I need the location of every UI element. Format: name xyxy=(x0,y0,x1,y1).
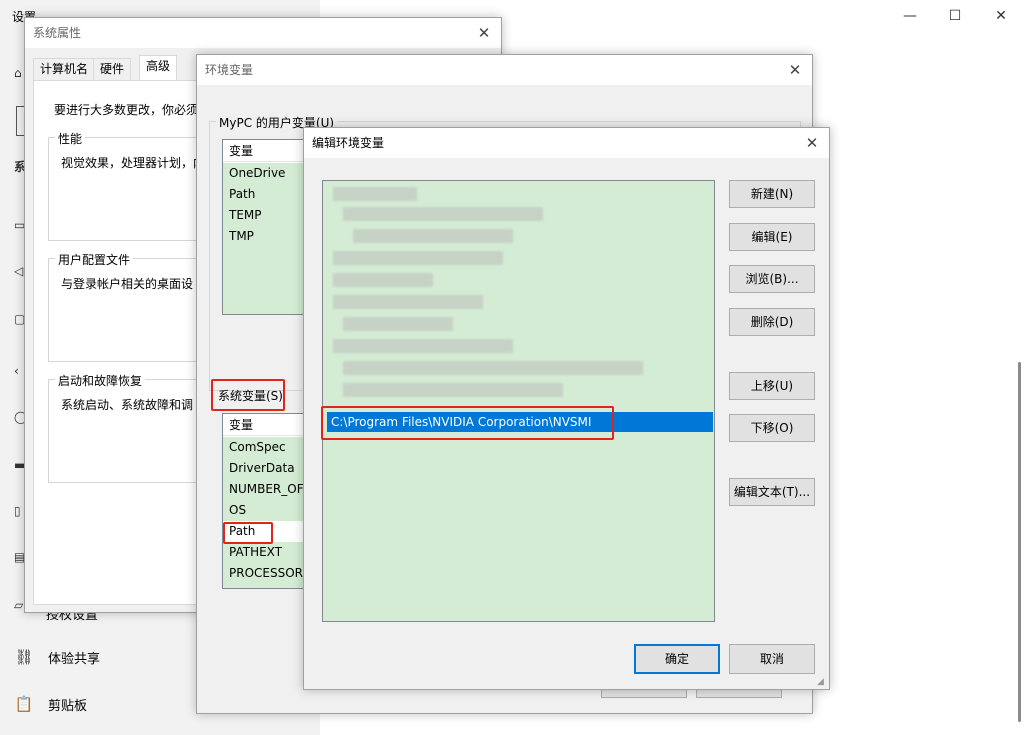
clipboard-icon: 📋 xyxy=(14,695,34,713)
blurred-entry[interactable] xyxy=(343,317,453,331)
ok-button[interactable]: 确定 xyxy=(634,644,720,674)
delete-button[interactable]: 删除(D) xyxy=(729,308,815,336)
column-header[interactable]: 变量 xyxy=(223,414,311,436)
minimize-button[interactable]: — xyxy=(895,5,925,27)
list-item[interactable]: DriverData xyxy=(223,458,311,479)
list-item[interactable]: ComSpec xyxy=(223,437,311,458)
list-item[interactable]: TEMP xyxy=(223,205,311,226)
blurred-entry[interactable] xyxy=(353,229,513,243)
list-body: OneDrive Path TEMP TMP xyxy=(223,163,311,314)
group-label: 性能 xyxy=(55,130,86,147)
edit-text-button[interactable]: 编辑文本(T)... xyxy=(729,478,815,506)
sidebar-item-label: 剪贴板 xyxy=(48,698,88,714)
blurred-entry[interactable] xyxy=(333,251,503,265)
blurred-entry[interactable] xyxy=(333,187,417,201)
resize-grip-icon[interactable]: ◢ xyxy=(817,677,827,687)
blurred-entry[interactable] xyxy=(333,295,483,309)
list-body: ComSpec DriverData NUMBER_OF OS Path PAT… xyxy=(223,437,311,588)
group-text: 视觉效果，处理器计划，内 xyxy=(61,156,206,170)
group-text: 与登录帐户相关的桌面设 xyxy=(61,277,194,291)
blurred-entry[interactable] xyxy=(333,339,513,353)
path-entries-list[interactable]: C:\Program Files\NVIDIA Corporation\NVSM… xyxy=(322,180,715,622)
group-label: 用户配置文件 xyxy=(55,251,134,268)
cancel-button[interactable]: 取消 xyxy=(729,644,815,674)
tab-hardware[interactable]: 硬件 xyxy=(93,58,132,80)
list-item-path[interactable]: Path xyxy=(223,521,311,542)
user-variables-list[interactable]: 变量 OneDrive Path TEMP TMP xyxy=(222,139,312,315)
selected-path-entry[interactable]: C:\Program Files\NVIDIA Corporation\NVSM… xyxy=(327,412,713,432)
blurred-entry[interactable] xyxy=(343,207,543,221)
blurred-entry[interactable] xyxy=(343,383,563,397)
dialog-title: 环境变量 xyxy=(197,55,812,85)
close-icon[interactable]: ✕ xyxy=(784,59,806,81)
group-text: 系统启动、系统故障和调 xyxy=(61,398,194,412)
intro-text: 要进行大多数更改，你必须 xyxy=(54,103,199,117)
tab-advanced[interactable]: 高级 xyxy=(139,55,178,81)
list-item[interactable]: TMP xyxy=(223,226,311,247)
list-item[interactable]: OS xyxy=(223,500,311,521)
blurred-entry[interactable] xyxy=(333,273,433,287)
edit-button[interactable]: 编辑(E) xyxy=(729,223,815,251)
system-variables-list[interactable]: 变量 ComSpec DriverData NUMBER_OF OS Path … xyxy=(222,413,312,589)
close-icon[interactable]: ✕ xyxy=(473,22,495,44)
list-item[interactable]: OneDrive xyxy=(223,163,311,184)
dialog-title: 系统属性 xyxy=(25,18,501,48)
tab-computer-name[interactable]: 计算机名 xyxy=(33,58,96,80)
share-icon: ⛓ xyxy=(14,648,34,666)
maximize-button[interactable]: ☐ xyxy=(940,5,970,27)
browse-button[interactable]: 浏览(B)... xyxy=(729,265,815,293)
close-icon[interactable]: ✕ xyxy=(801,132,823,154)
list-item[interactable]: PATHEXT xyxy=(223,542,311,563)
move-down-button[interactable]: 下移(O) xyxy=(729,414,815,442)
sidebar-item-label: 体验共享 xyxy=(48,651,101,667)
dialog-title: 编辑环境变量 xyxy=(304,128,829,158)
settings-scrollbar[interactable] xyxy=(1018,362,1021,722)
system-variables-label: 系统变量(S) xyxy=(218,389,283,403)
list-item[interactable]: NUMBER_OF xyxy=(223,479,311,500)
move-up-button[interactable]: 上移(U) xyxy=(729,372,815,400)
new-button[interactable]: 新建(N) xyxy=(729,180,815,208)
column-header[interactable]: 变量 xyxy=(223,140,311,162)
group-label: 启动和故障恢复 xyxy=(55,372,146,389)
list-item[interactable]: PROCESSOR_ xyxy=(223,563,311,584)
list-item[interactable]: Path xyxy=(223,184,311,205)
edit-environment-variable-dialog: 编辑环境变量 ✕ C:\Program Files\NVIDIA Corpora… xyxy=(303,127,830,690)
blurred-entry[interactable] xyxy=(343,361,643,375)
close-button[interactable]: ✕ xyxy=(986,5,1016,27)
